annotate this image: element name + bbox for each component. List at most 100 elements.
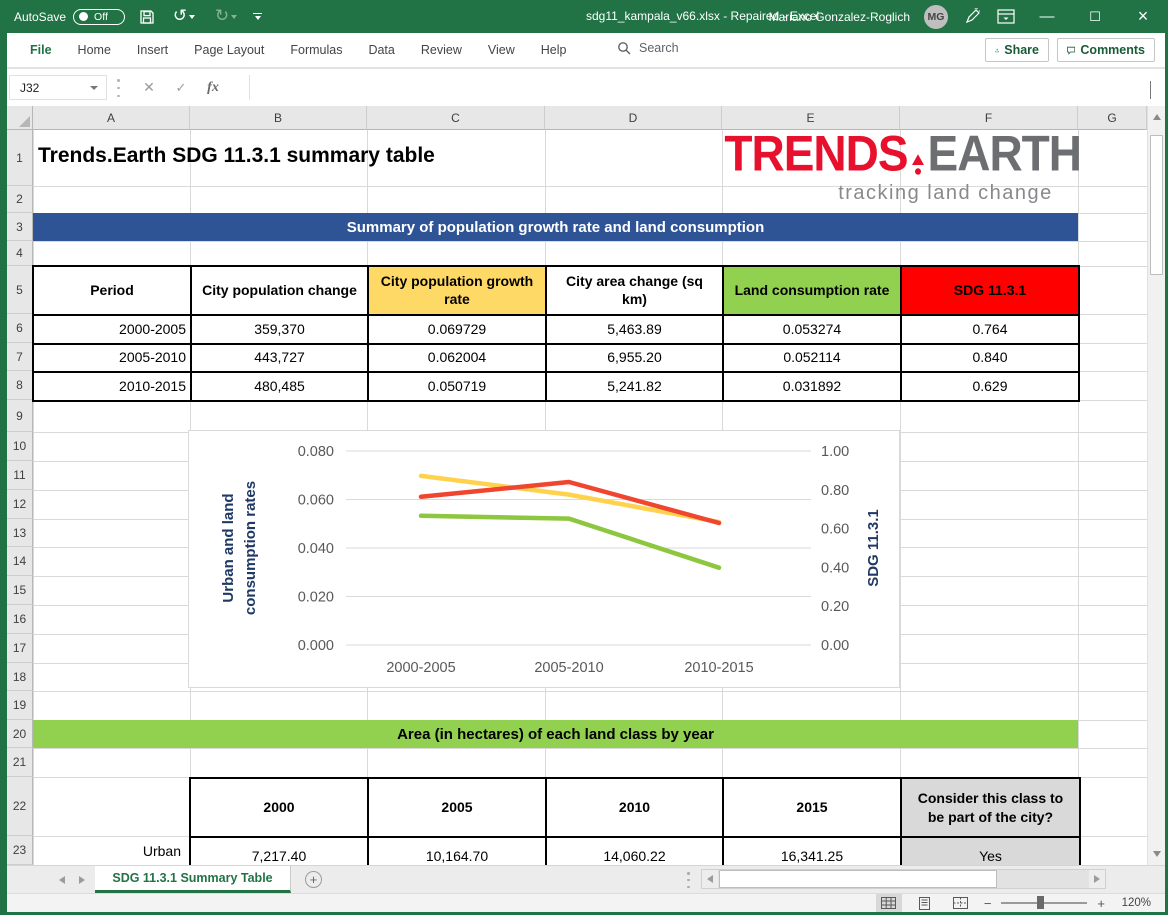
horizontal-scrollbar-thumb[interactable] bbox=[719, 870, 997, 888]
autosave-toggle[interactable]: AutoSave Off bbox=[14, 9, 125, 25]
row-header-20[interactable]: 20 bbox=[7, 720, 33, 748]
ribbon-display-options-icon[interactable] bbox=[996, 7, 1016, 27]
table1-cell[interactable]: 443,727 bbox=[192, 345, 369, 373]
table2-header-2010[interactable]: 2010 bbox=[547, 779, 724, 838]
tabbar-divider[interactable] bbox=[687, 872, 690, 888]
scroll-left-icon[interactable] bbox=[702, 870, 718, 888]
table2-header-2000[interactable]: 2000 bbox=[191, 779, 369, 838]
undo-caret-icon[interactable] bbox=[189, 15, 195, 19]
row-header-12[interactable]: 12 bbox=[7, 490, 33, 519]
table1-cell[interactable]: 0.031892 bbox=[724, 373, 902, 402]
zoom-slider-thumb[interactable] bbox=[1037, 896, 1044, 909]
sheet-main-title[interactable]: Trends.Earth SDG 11.3.1 summary table bbox=[38, 144, 435, 168]
vertical-scrollbar-thumb[interactable] bbox=[1150, 135, 1163, 275]
table2-consider-value[interactable]: Yes bbox=[902, 838, 1081, 865]
table1-cell[interactable]: 0.050719 bbox=[369, 373, 547, 402]
table2-header-2005[interactable]: 2005 bbox=[369, 779, 547, 838]
table1-cell[interactable]: 0.764 bbox=[902, 316, 1080, 345]
row-header-6[interactable]: 6 bbox=[7, 314, 33, 343]
ribbon-tab-insert[interactable]: Insert bbox=[124, 33, 181, 67]
comments-button[interactable]: Comments bbox=[1057, 38, 1155, 62]
formula-input[interactable] bbox=[249, 75, 1144, 100]
ribbon-tab-review[interactable]: Review bbox=[408, 33, 475, 67]
worksheet-grid[interactable]: ABCDEFG123456789101112131415161718192021… bbox=[7, 106, 1165, 865]
table1-cell[interactable]: 5,463.89 bbox=[547, 316, 724, 345]
table1-cell[interactable]: 0.069729 bbox=[369, 316, 547, 345]
zoom-out-icon[interactable]: − bbox=[984, 897, 992, 910]
row-header-15[interactable]: 15 bbox=[7, 576, 33, 605]
cancel-entry-icon[interactable]: ✕ bbox=[135, 76, 163, 100]
table2-cell[interactable]: 16,341.25 bbox=[724, 838, 902, 865]
summary-chart[interactable]: 0.0800.0600.0400.0200.0001.000.800.600.4… bbox=[188, 430, 900, 688]
row-header-11[interactable]: 11 bbox=[7, 461, 33, 490]
next-sheet-icon[interactable] bbox=[79, 876, 85, 884]
row-header-5[interactable]: 5 bbox=[7, 266, 33, 314]
scroll-down-icon[interactable] bbox=[1148, 843, 1165, 865]
column-header-D[interactable]: D bbox=[545, 106, 722, 130]
row-header-8[interactable]: 8 bbox=[7, 371, 33, 400]
row-header-23[interactable]: 23 bbox=[7, 836, 33, 865]
table1-header-period[interactable]: Period bbox=[34, 267, 192, 316]
row-header-22[interactable]: 22 bbox=[7, 777, 33, 836]
row-header-2[interactable]: 2 bbox=[7, 186, 33, 213]
row-header-7[interactable]: 7 bbox=[7, 343, 33, 371]
formula-bar-expand-icon[interactable] bbox=[1150, 81, 1162, 93]
prev-sheet-icon[interactable] bbox=[59, 876, 65, 884]
table1-cell[interactable]: 2005-2010 bbox=[34, 345, 192, 373]
close-button[interactable]: × bbox=[1126, 0, 1160, 33]
vertical-scrollbar[interactable] bbox=[1147, 106, 1165, 865]
table1-cell[interactable]: 359,370 bbox=[192, 316, 369, 345]
select-all-corner[interactable] bbox=[7, 106, 33, 130]
ribbon-tab-formulas[interactable]: Formulas bbox=[277, 33, 355, 67]
row-header-4[interactable]: 4 bbox=[7, 241, 33, 266]
row-header-21[interactable]: 21 bbox=[7, 748, 33, 777]
table1-cell[interactable]: 2010-2015 bbox=[34, 373, 192, 402]
table2-header-2015[interactable]: 2015 bbox=[724, 779, 902, 838]
column-header-B[interactable]: B bbox=[190, 106, 367, 130]
user-avatar[interactable]: MG bbox=[924, 5, 948, 29]
row-header-16[interactable]: 16 bbox=[7, 605, 33, 634]
table1-cell[interactable]: 0.062004 bbox=[369, 345, 547, 373]
row-header-3[interactable]: 3 bbox=[7, 213, 33, 241]
table1-cell[interactable]: 480,485 bbox=[192, 373, 369, 402]
page-break-view-icon[interactable] bbox=[948, 894, 974, 912]
column-header-A[interactable]: A bbox=[33, 106, 190, 130]
name-box-caret-icon[interactable] bbox=[90, 86, 98, 90]
table1-cell[interactable]: 0.053274 bbox=[724, 316, 902, 345]
table2-cell[interactable]: 14,060.22 bbox=[547, 838, 724, 865]
row-header-14[interactable]: 14 bbox=[7, 547, 33, 576]
scroll-up-icon[interactable] bbox=[1148, 106, 1165, 128]
table2-cell[interactable]: 10,164.70 bbox=[369, 838, 547, 865]
ribbon-tab-file[interactable]: File bbox=[17, 33, 65, 67]
row-header-13[interactable]: 13 bbox=[7, 519, 33, 547]
table1-cell[interactable]: 5,241.82 bbox=[547, 373, 724, 402]
horizontal-scrollbar[interactable] bbox=[701, 869, 1106, 889]
ribbon-tab-page-layout[interactable]: Page Layout bbox=[181, 33, 277, 67]
page-layout-view-icon[interactable] bbox=[912, 894, 938, 912]
table1-cell[interactable]: 6,955.20 bbox=[547, 345, 724, 373]
insert-function-icon[interactable]: fx bbox=[199, 76, 227, 100]
table1-header-land-consumption[interactable]: Land consumption rate bbox=[724, 267, 902, 316]
row-header-10[interactable]: 10 bbox=[7, 432, 33, 461]
row-header-17[interactable]: 17 bbox=[7, 634, 33, 663]
column-header-G[interactable]: G bbox=[1078, 106, 1147, 130]
table2-row-label[interactable]: Urban bbox=[33, 836, 186, 865]
table1-header-growth-rate[interactable]: City population growth rate bbox=[369, 267, 547, 316]
new-sheet-icon[interactable]: + bbox=[305, 871, 322, 888]
section2-banner[interactable]: Area (in hectares) of each land class by… bbox=[33, 720, 1078, 748]
name-box[interactable]: J32 bbox=[9, 75, 107, 100]
ribbon-tab-home[interactable]: Home bbox=[65, 33, 124, 67]
table1-header-sdg[interactable]: SDG 11.3.1 bbox=[902, 267, 1080, 316]
table1-cell[interactable]: 2000-2005 bbox=[34, 316, 192, 345]
table1-cell[interactable]: 0.629 bbox=[902, 373, 1080, 402]
table1-cell[interactable]: 0.052114 bbox=[724, 345, 902, 373]
ribbon-tab-help[interactable]: Help bbox=[528, 33, 580, 67]
scroll-right-icon[interactable] bbox=[1089, 870, 1105, 888]
row-header-1[interactable]: 1 bbox=[7, 130, 33, 186]
section1-banner[interactable]: Summary of population growth rate and la… bbox=[33, 213, 1078, 241]
minimize-button[interactable]: — bbox=[1030, 0, 1064, 33]
ribbon-tab-view[interactable]: View bbox=[475, 33, 528, 67]
ribbon-search[interactable]: Search bbox=[617, 41, 679, 55]
maximize-button[interactable]: ☐ bbox=[1078, 0, 1112, 33]
column-header-C[interactable]: C bbox=[367, 106, 545, 130]
